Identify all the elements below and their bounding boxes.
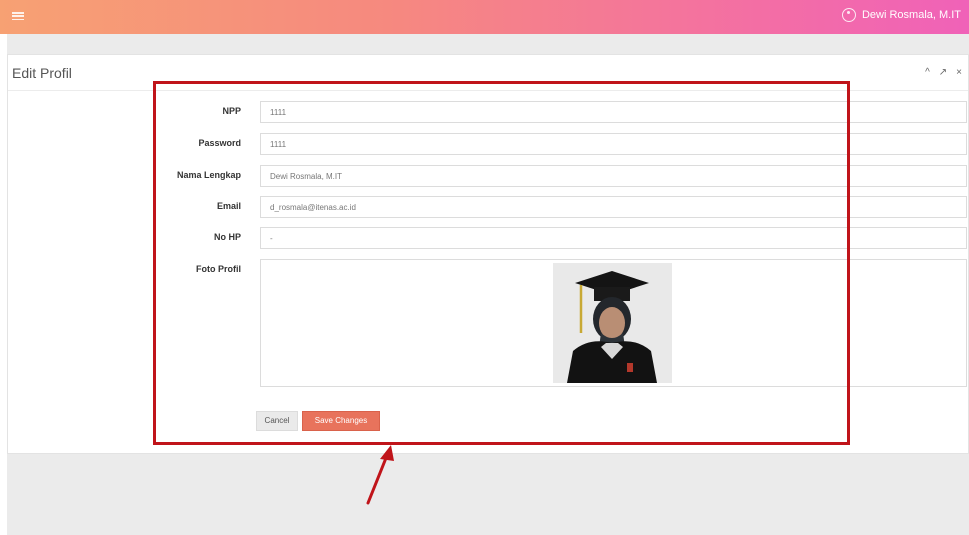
close-icon[interactable]: × <box>956 67 962 78</box>
user-menu[interactable]: Dewi Rosmala, M.IT <box>841 8 961 22</box>
content-header-strip <box>7 34 969 54</box>
menu-icon[interactable] <box>12 10 24 22</box>
page-footer-area <box>7 454 969 535</box>
top-navbar: Dewi Rosmala, M.IT <box>0 0 969 34</box>
annotation-arrow-icon <box>366 445 394 505</box>
panel-title: Edit Profil <box>12 65 72 81</box>
user-icon <box>841 8 856 22</box>
panel-tools: ^ ↗ × <box>925 67 962 78</box>
user-name: Dewi Rosmala, M.IT <box>861 9 961 21</box>
expand-icon[interactable]: ↗ <box>939 67 947 78</box>
highlight-box <box>153 81 850 445</box>
collapse-icon[interactable]: ^ <box>925 67 930 78</box>
